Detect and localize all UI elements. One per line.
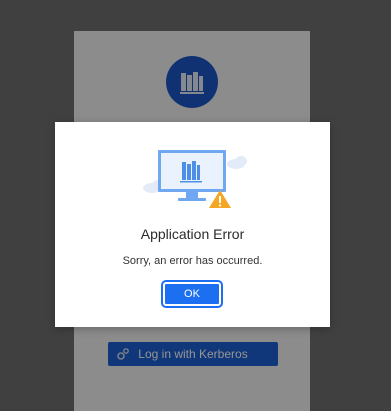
error-dialog: Application Error Sorry, an error has oc… [55,122,330,327]
dialog-message: Sorry, an error has occurred. [122,255,263,267]
ok-button[interactable]: OK [161,280,223,308]
dialog-title: Application Error [140,226,245,242]
monitor-warning-icon [143,150,247,208]
